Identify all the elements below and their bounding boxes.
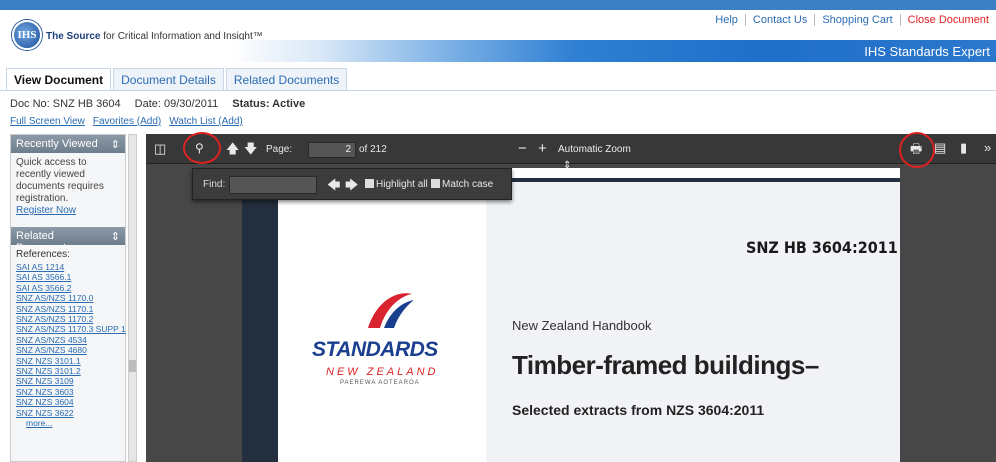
watch-list-link[interactable]: Watch List (Add) [169,116,243,127]
find-bar: Find: 🡄 🡆 Highlight all Match case [192,168,512,200]
highlight-all-checkbox[interactable]: Highlight all [365,179,428,190]
new-zealand-text: NEW ZEALAND [326,366,439,378]
handbook-number: SNZ HB 3604:2011 [746,238,898,257]
references-label: References: [16,249,70,260]
download-icon[interactable]: ▤ [934,140,946,156]
shopping-cart-link[interactable]: Shopping Cart [814,14,899,26]
document-title: Timber-framed buildings– [512,350,819,380]
header-links: Help Contact Us Shopping Cart Close Docu… [708,14,996,26]
banner-title: IHS Standards Expert [864,44,990,59]
zoom-select-value: Automatic Zoom [558,144,631,155]
document-actions: Full Screen View Favorites (Add) Watch L… [10,116,243,127]
reference-link[interactable]: SNZ NZS 3622 [16,408,120,418]
pdf-viewer: ◫ ⚲ 🡅 🡇 Page: 2 of 212 − + Automatic Zoo… [146,132,996,462]
close-document-link[interactable]: Close Document [899,14,996,26]
document-tabs: View Document Document Details Related D… [6,68,349,90]
contact-us-link[interactable]: Contact Us [744,14,814,26]
related-documents-title: Related Documents [16,230,72,254]
tab-view-document[interactable]: View Document [6,68,112,90]
standards-nz-logo-mark [368,293,414,328]
match-case-label: Match case [442,179,494,190]
next-page-icon[interactable]: 🡇 [244,140,257,162]
page-number-input[interactable]: 2 [308,142,356,158]
related-documents-header[interactable]: Related Documents ⇕ [11,227,125,254]
sidebar: Recently Viewed ⇕ Quick access to recent… [10,134,126,462]
reference-link[interactable]: SNZ AS/NZS 1170.2 [16,314,120,324]
help-link[interactable]: Help [708,14,745,26]
sidebar-toggle-icon[interactable]: ◫ [154,141,166,157]
reference-link[interactable]: SNZ NZS 3101.2 [16,366,120,376]
tab-document-details[interactable]: Document Details [113,68,224,90]
ihs-logo[interactable]: IHS [12,20,42,50]
document-info: Doc No: SNZ HB 3604 Date: 09/30/2011 Sta… [10,98,305,110]
reference-link[interactable]: SNZ NZS 3109 [16,376,120,386]
reference-link[interactable]: SAI AS 1214 [16,262,120,272]
register-link[interactable]: Register Now [16,205,120,217]
scrollbar-thumb[interactable] [129,360,136,372]
viewer-toolbar: ◫ ⚲ 🡅 🡇 Page: 2 of 212 − + Automatic Zoo… [146,134,996,171]
match-case-checkbox[interactable]: Match case [431,179,493,190]
zoom-select[interactable]: Automatic Zoom ⇕ [554,142,644,171]
doc-status: Status: Active [232,98,306,110]
top-accent-bar [0,0,996,10]
collapse-icon[interactable]: ⇕ [111,138,120,151]
reference-link[interactable]: SNZ AS/NZS 1170.1 [16,304,120,314]
more-link[interactable]: more... [16,418,120,428]
references-list: References: SAI AS 1214 SAI AS 3566.1 SA… [11,245,126,433]
reference-link[interactable]: SNZ NZS 3101.1 [16,356,120,366]
find-input[interactable] [229,176,317,194]
tab-divider [0,90,996,91]
find-next-icon[interactable]: 🡆 [345,176,358,198]
recently-viewed-header[interactable]: Recently Viewed ⇕ [11,135,125,153]
sidebar-scrollbar[interactable] [128,134,137,462]
recently-viewed-text: Quick access to recently viewed document… [16,157,104,204]
tab-related-documents[interactable]: Related Documents [225,68,348,90]
annotation-circle-print [899,132,935,168]
page-label: Page: [266,144,293,155]
doc-number: Doc No: SNZ HB 3604 [10,98,121,110]
doc-date: Date: 09/30/2011 [134,98,219,110]
standards-logo-text: STANDARDS [312,338,438,361]
reference-link[interactable]: SAI AS 3566.2 [16,283,120,293]
paerewa-aotearoa-text: PAEREWA AOTEAROA [340,380,420,386]
favorites-link[interactable]: Favorites (Add) [93,116,161,127]
page-total: of 212 [359,144,387,155]
reference-link[interactable]: SNZ AS/NZS 1170.0 [16,293,120,303]
recently-viewed-body: Quick access to recently viewed document… [11,153,125,221]
zoom-in-icon[interactable]: + [538,140,547,157]
find-previous-icon[interactable]: 🡄 [327,176,340,198]
reference-link[interactable]: SNZ AS/NZS 1170.3 SUPP 1 [16,324,126,334]
checkbox-icon [431,179,440,188]
handbook-label: New Zealand Handbook [512,318,652,333]
bookmark-icon[interactable]: ▮ [960,140,967,156]
annotation-circle-search [183,132,221,164]
tagline-bold: The Source [46,31,101,42]
reference-link[interactable]: SAI AS 3566.1 [16,272,120,282]
highlight-all-label: Highlight all [376,179,428,190]
find-label: Find: [203,179,226,190]
reference-link[interactable]: SNZ NZS 3604 [16,397,120,407]
zoom-out-icon[interactable]: − [518,140,527,157]
tools-menu-icon[interactable]: » [984,140,991,155]
reference-link[interactable]: SNZ AS/NZS 4680 [16,345,120,355]
reference-link[interactable]: SNZ AS/NZS 4534 [16,335,120,345]
collapse-icon[interactable]: ⇕ [111,230,120,243]
reference-link[interactable]: SNZ NZS 3603 [16,387,120,397]
full-screen-link[interactable]: Full Screen View [10,116,85,127]
recently-viewed-title: Recently Viewed [16,138,98,150]
checkbox-icon [365,179,374,188]
document-subtitle: Selected extracts from NZS 3604:2011 [512,402,765,418]
previous-page-icon[interactable]: 🡅 [226,140,239,162]
